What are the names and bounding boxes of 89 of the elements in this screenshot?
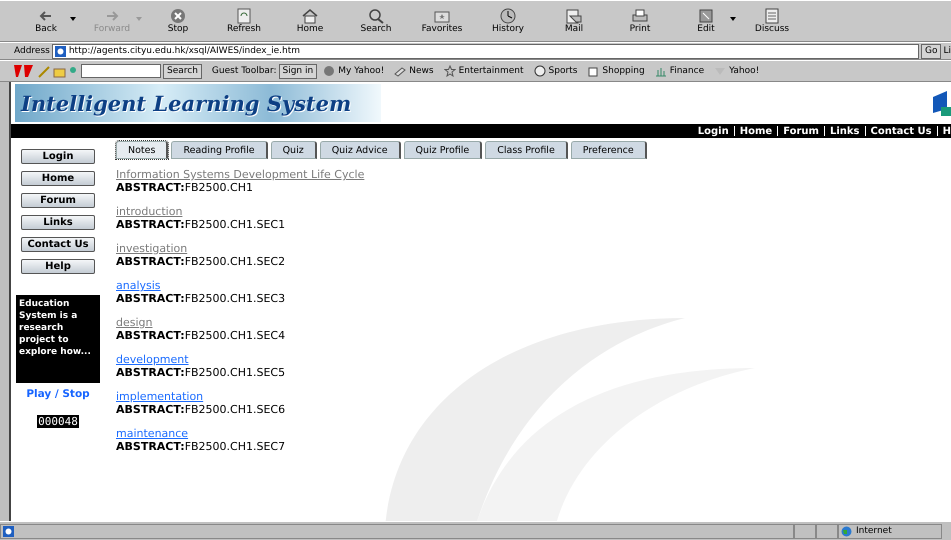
printer-icon [631, 8, 649, 24]
refresh-icon [235, 8, 253, 24]
star-icon [444, 65, 456, 77]
note-link[interactable]: maintenance [116, 427, 188, 440]
nav-link[interactable]: Links [830, 126, 860, 136]
abstract-text: ABSTRACT:FB2500.CH1.SEC4 [116, 329, 286, 342]
page-icon [3, 526, 14, 536]
toolbar-button[interactable]: History [476, 2, 540, 40]
play-stop-link[interactable]: Play / Stop [26, 388, 90, 400]
pencil-icon[interactable] [38, 64, 51, 78]
nav-button[interactable]: Contact Us [21, 237, 95, 252]
tab[interactable]: Quiz [270, 141, 317, 159]
toolbar-button[interactable]: Discuss [740, 2, 804, 40]
newspaper-icon [394, 65, 406, 77]
address-field[interactable]: http://agents.cityu.edu.hk/xsql/AIWES/index_ie.htm [52, 44, 919, 58]
caret-icon[interactable] [730, 17, 736, 21]
address-label: Address [14, 46, 50, 56]
toolbar-menu-item[interactable]: Shopping [583, 65, 649, 77]
nav-button[interactable]: Home [21, 171, 95, 186]
toolbar-button[interactable]: Edit [674, 2, 738, 40]
mail-icon [565, 8, 583, 24]
note-link[interactable]: Information Systems Development Life Cycle [116, 168, 364, 181]
visit-counter: 000048 [37, 415, 79, 428]
toolbar-menu-item[interactable]: Yahoo! [710, 65, 764, 77]
note-link[interactable]: design [116, 316, 152, 329]
toolbar-menu-item[interactable]: Sports [530, 65, 582, 77]
shopping-bag-icon [587, 65, 600, 77]
links-label[interactable]: Li [943, 46, 951, 56]
note-link[interactable]: implementation [116, 390, 204, 403]
note-link[interactable]: investigation [116, 242, 188, 255]
nav-link[interactable]: Contact Us [870, 126, 932, 136]
toolbar-button[interactable]: Favorites [410, 2, 474, 40]
chart-icon [654, 65, 667, 77]
tab[interactable]: Quiz Profile [404, 141, 482, 159]
nav-button[interactable]: Forum [21, 193, 95, 208]
nav-button[interactable]: Links [21, 215, 95, 230]
toolbar-menu-item[interactable]: My Yahoo! [319, 65, 388, 77]
note-link[interactable]: development [116, 353, 189, 366]
edit-icon [697, 8, 715, 24]
sign-in-button[interactable]: Sign in [278, 64, 318, 78]
status-pane [816, 524, 838, 538]
nav-link[interactable]: Home [740, 126, 772, 136]
globe-icon [841, 526, 852, 536]
tab[interactable]: Notes [116, 141, 168, 159]
logo-icon [931, 89, 951, 117]
toolbar-button[interactable]: Back [14, 2, 78, 40]
note-link[interactable]: introduction [116, 205, 182, 218]
go-button[interactable]: Go [921, 44, 942, 58]
document-icon [763, 8, 781, 24]
tab[interactable]: Reading Profile [171, 141, 268, 159]
abstract-text: ABSTRACT:FB2500.CH1.SEC7 [116, 440, 286, 453]
abstract-text: ABSTRACT:FB2500.CH1.SEC1 [116, 218, 286, 231]
nav-link[interactable]: Login [698, 126, 729, 136]
site-logo: Intelligent Learning System [21, 90, 352, 116]
toolbar-menu-item[interactable]: Entertainment [440, 65, 528, 77]
abstract-text: ABSTRACT:FB2500.CH1.SEC3 [116, 292, 286, 305]
toolbar-button[interactable]: Refresh [212, 2, 276, 40]
tab[interactable]: Class Profile [485, 141, 568, 159]
tab[interactable]: Quiz Advice [320, 141, 401, 159]
soccer-ball-icon [534, 65, 546, 77]
page-icon [54, 46, 66, 56]
home-icon [301, 8, 319, 24]
zone-pane: Internet [838, 524, 942, 538]
toolbar-button[interactable]: Print [608, 2, 672, 40]
toolbar-menu-item[interactable]: News [390, 65, 438, 77]
toolbar-button[interactable]: Mail [542, 2, 606, 40]
abstract-text: ABSTRACT:FB2500.CH1 [116, 181, 254, 194]
abstract-text: ABSTRACT:FB2500.CH1.SEC6 [116, 403, 286, 416]
toolbar-button[interactable]: Search [344, 2, 408, 40]
note-link[interactable]: analysis [116, 279, 161, 292]
toolbar-label: Guest Toolbar: [212, 66, 276, 76]
clock-icon [499, 8, 517, 24]
stop-icon [169, 8, 187, 24]
nav-button[interactable]: Login [21, 149, 95, 164]
abstract-text: ABSTRACT:FB2500.CH1.SEC5 [116, 366, 286, 379]
nav-link[interactable]: Forum [783, 126, 819, 136]
toolbar-button[interactable]: Home [278, 2, 342, 40]
nav-link[interactable]: H [942, 126, 951, 136]
toolbar-menu-item[interactable]: Finance [650, 65, 708, 77]
my-yahoo-icon [323, 65, 336, 77]
yahoo-logo-icon[interactable] [14, 64, 36, 78]
caret-icon[interactable] [70, 17, 76, 21]
search-field[interactable] [81, 64, 161, 78]
tab[interactable]: Preference [570, 141, 647, 159]
abstract-text: ABSTRACT:FB2500.CH1.SEC2 [116, 255, 286, 268]
promo-text: Education System is a research project to explore how... [16, 295, 100, 383]
search-button[interactable]: Search [163, 64, 202, 78]
toolbar-button[interactable]: Stop [146, 2, 210, 40]
nav-button[interactable]: Help [21, 259, 95, 274]
